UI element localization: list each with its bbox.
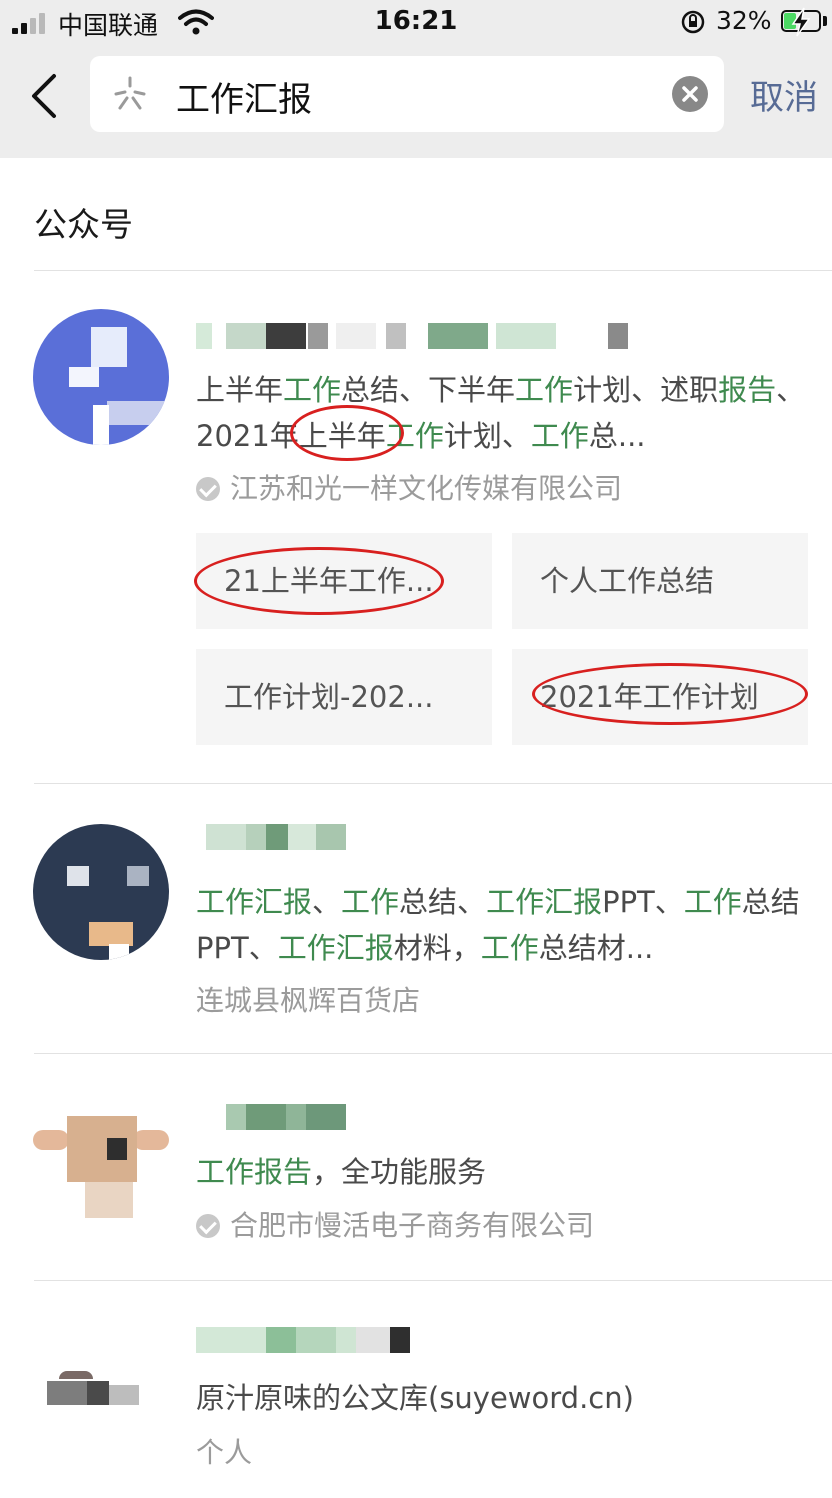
- article-tile[interactable]: 个人工作总结: [512, 533, 808, 629]
- rotation-lock-icon: [681, 10, 705, 34]
- keyword-highlight: 工作汇报: [486, 885, 603, 919]
- account-owner: 合肥市慢活电子商务有限公司: [196, 1204, 594, 1244]
- article-tile[interactable]: 工作计划-202...: [196, 649, 492, 745]
- description-text: 总结、下半年: [341, 373, 516, 407]
- account-owner: 江苏和光一样文化传媒有限公司: [196, 467, 622, 507]
- search-input[interactable]: 工作汇报: [90, 56, 724, 132]
- owner-name: 江苏和光一样文化传媒有限公司: [230, 472, 623, 505]
- article-tile-label: 2021年工作计划: [540, 680, 759, 714]
- description-text: ，全功能服务: [312, 1155, 487, 1189]
- keyword-highlight: 工作汇报: [196, 885, 313, 919]
- battery-tip: [823, 16, 827, 26]
- result-item-4[interactable]: 原汁原味的公文库(suyeword.cn) 个人: [0, 1281, 832, 1498]
- account-avatar[interactable]: [33, 1321, 169, 1457]
- description-text: 材料，: [393, 931, 481, 965]
- account-description: 原汁原味的公文库(suyeword.cn): [196, 1375, 806, 1421]
- search-query[interactable]: 工作汇报: [176, 72, 312, 121]
- account-name-redacted: [196, 1327, 436, 1353]
- section-title: 公众号: [34, 205, 133, 244]
- account-description: 工作汇报、工作总结、工作汇报PPT、工作总结PPT、工作汇报材料，工作总结材..…: [196, 879, 806, 971]
- back-button[interactable]: [22, 70, 70, 122]
- account-owner: 个人: [196, 1431, 252, 1471]
- article-tile-label: 21上半年工作...: [224, 564, 434, 598]
- article-tile[interactable]: 2021年工作计划: [512, 649, 808, 745]
- battery-percent: 32%: [716, 6, 772, 35]
- description-text: PPT、: [602, 885, 684, 919]
- keyword-highlight: 工作: [515, 373, 574, 407]
- description-text: 总结材...: [538, 931, 654, 965]
- result-item-1[interactable]: 上半年工作总结、下半年工作计划、述职报告、2021年上半年工作计划、工作总...…: [0, 271, 832, 783]
- owner-name: 合肥市慢活电子商务有限公司: [230, 1209, 595, 1242]
- description-text: 原汁原味的公文库(suyeword.cn): [196, 1381, 634, 1415]
- charging-bolt-icon: [791, 7, 811, 37]
- account-name-redacted: [196, 824, 356, 850]
- article-tile[interactable]: 21上半年工作...: [196, 533, 492, 629]
- keyword-highlight: 工作: [385, 419, 444, 453]
- owner-name: 连城县枫辉百货店: [196, 984, 421, 1017]
- owner-name: 个人: [196, 1436, 253, 1469]
- search-header: 工作汇报 取消: [0, 50, 832, 158]
- description-text: 计划、述职: [573, 373, 719, 407]
- account-avatar[interactable]: [33, 824, 169, 960]
- search-logo-icon: [114, 76, 146, 110]
- account-avatar[interactable]: [33, 309, 169, 445]
- cancel-button[interactable]: 取消: [750, 70, 818, 119]
- description-text: 总...: [588, 419, 646, 453]
- clear-search-button[interactable]: [672, 76, 708, 112]
- account-description: 工作报告，全功能服务: [196, 1149, 806, 1195]
- description-text: 计划、: [443, 419, 531, 453]
- keyword-highlight: 报告: [718, 373, 777, 407]
- keyword-highlight: 工作报告: [196, 1155, 313, 1189]
- article-tile-label: 个人工作总结: [540, 564, 715, 598]
- description-text: 、: [312, 885, 342, 919]
- keyword-highlight: 工作: [283, 373, 342, 407]
- keyword-highlight: 工作: [530, 419, 589, 453]
- close-icon: [682, 86, 698, 102]
- result-item-2[interactable]: 工作汇报、工作总结、工作汇报PPT、工作总结PPT、工作汇报材料，工作总结材..…: [0, 784, 832, 1053]
- account-name-redacted: [196, 1104, 356, 1130]
- account-name-redacted: [196, 323, 636, 349]
- account-owner: 连城县枫辉百货店: [196, 979, 420, 1019]
- keyword-highlight: 工作: [480, 931, 539, 965]
- account-avatar[interactable]: [33, 1094, 169, 1230]
- result-item-3[interactable]: 工作报告，全功能服务 合肥市慢活电子商务有限公司: [0, 1054, 832, 1280]
- account-description: 上半年工作总结、下半年工作计划、述职报告、2021年上半年工作计划、工作总...: [196, 367, 806, 459]
- description-text: 总结、: [399, 885, 487, 919]
- verified-icon: [196, 477, 220, 501]
- description-text: 上半年: [196, 373, 284, 407]
- keyword-highlight: 工作: [341, 885, 400, 919]
- clock-time: 16:21: [374, 6, 458, 36]
- verified-icon: [196, 1214, 220, 1238]
- article-tile-label: 工作计划-202...: [224, 680, 434, 714]
- status-bar: 中国联通 16:21 32%: [0, 0, 832, 50]
- keyword-highlight: 工作: [683, 885, 742, 919]
- keyword-highlight: 工作汇报: [277, 931, 394, 965]
